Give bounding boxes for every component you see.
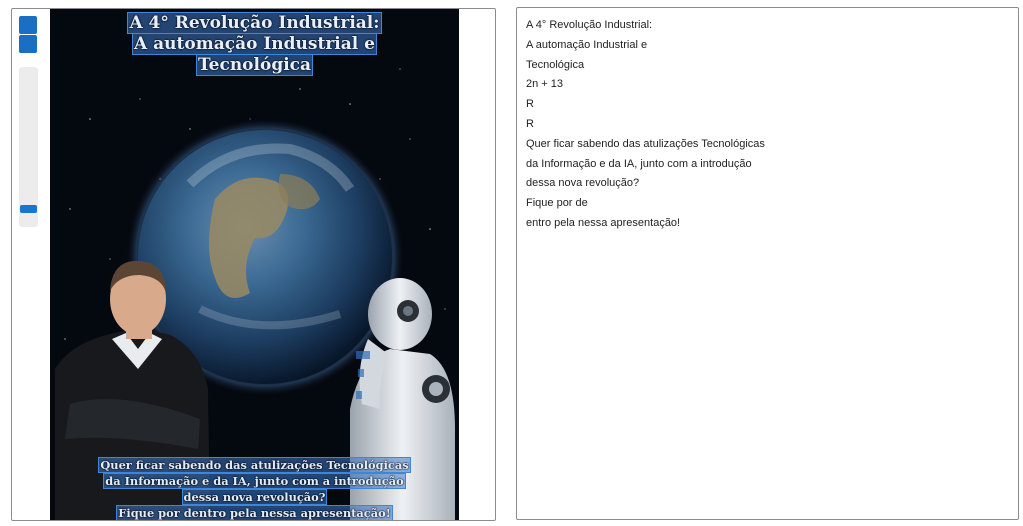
poster-caption-line: Fique por dentro pela nessa apresentação… [116,505,393,520]
ocr-text-line: 2n + 13 [526,78,564,91]
ocr-text-line: entro pela nessa apresentação! [526,216,681,229]
ocr-text-line: A 4° Revolução Industrial: [526,19,653,31]
zoom-slider[interactable] [19,67,38,227]
ocr-text-line: da Informação e da IA, junto com a intro… [526,157,752,170]
viewer-tool-button-1[interactable] [19,16,37,34]
ocr-text-line: R [526,98,534,111]
ocr-text-line: Quer ficar sabendo das atulizações Tecno… [526,137,765,150]
viewer-tool-button-2[interactable] [19,35,37,53]
poster-caption-line: dessa nova revolução? [181,489,328,505]
poster-artwork [50,9,459,520]
ocr-text-line: Fique por de [526,197,588,210]
image-viewer-panel: A 4° Revolução Industrial: A automação I… [11,8,496,521]
ocr-text-line: dessa nova revolução? [526,177,640,190]
ocr-text-output[interactable]: A 4° Revolução Industrial: A automação I… [526,16,765,234]
poster-caption-line: da Informação e da IA, junto com a intro… [103,473,406,489]
ocr-text-line: R [526,117,534,130]
poster-caption-ocr: Quer ficar sabendo das atulizações Tecno… [50,457,459,520]
zoom-slider-thumb[interactable] [20,205,37,214]
poster-title-line: Tecnológica [195,54,314,76]
poster-title-ocr: A 4° Revolução Industrial: A automação I… [50,12,459,76]
poster-image: A 4° Revolução Industrial: A automação I… [50,9,459,520]
ocr-text-line: A automação Industrial e [526,38,648,51]
poster-title-line: A automação Industrial e [132,33,377,55]
poster-title-line: A 4° Revolução Industrial: [127,12,382,34]
ocr-text-panel[interactable]: A 4° Revolução Industrial: A automação I… [516,7,1019,520]
poster-caption-line: Quer ficar sabendo das atulizações Tecno… [98,457,411,473]
ocr-text-line: Tecnológica [526,58,585,71]
